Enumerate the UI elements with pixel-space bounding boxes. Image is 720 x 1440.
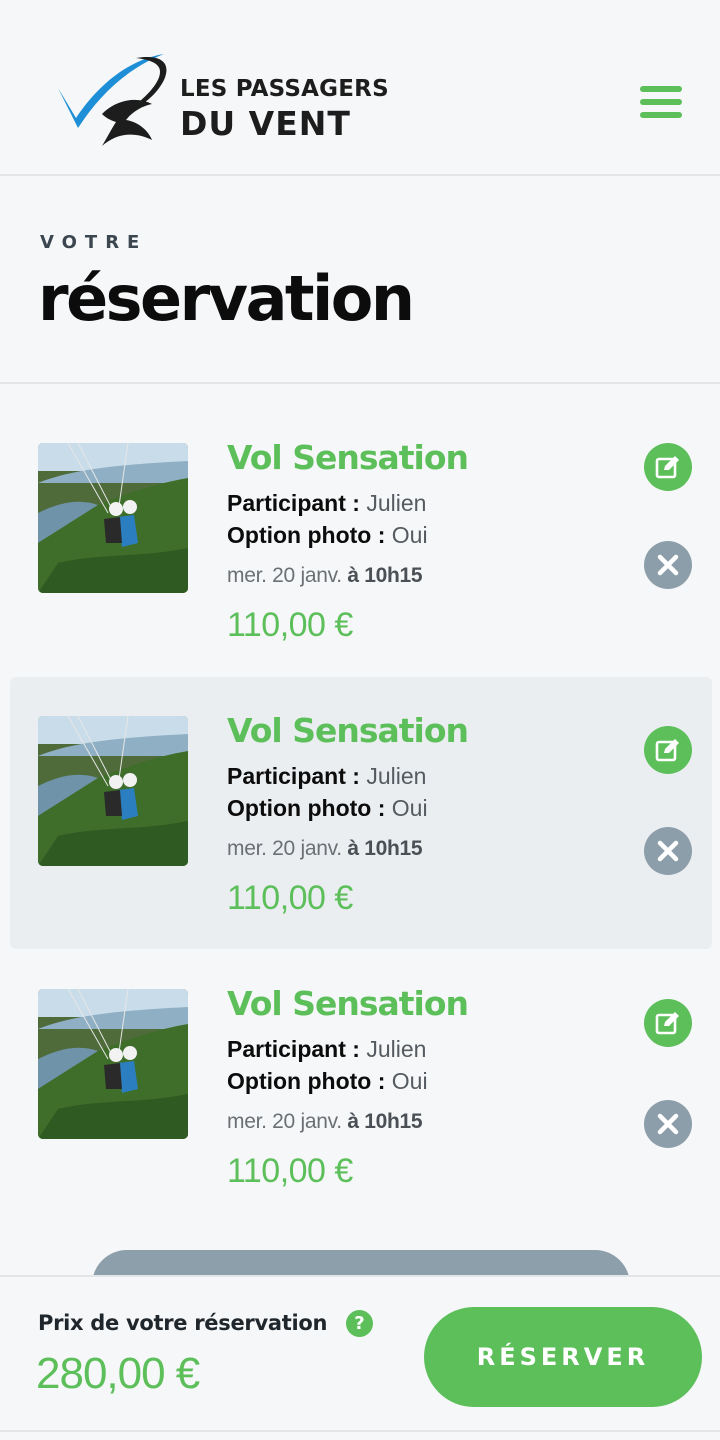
remove-button[interactable] xyxy=(644,1100,692,1148)
item-photo xyxy=(38,716,188,866)
photo-option-row: Option photo : Oui xyxy=(227,1068,428,1095)
participant-label: Participant : xyxy=(227,1036,360,1062)
item-photo xyxy=(38,443,188,593)
participant-value: Julien xyxy=(366,763,427,789)
hamburger-menu-icon[interactable] xyxy=(640,86,682,122)
edit-button[interactable] xyxy=(644,726,692,774)
date-text: mer. 20 janv. xyxy=(227,1110,342,1133)
edit-icon xyxy=(655,1012,679,1035)
item-title: Vol Sensation xyxy=(227,711,469,750)
item-date: mer. 20 janv. à 10h15 xyxy=(227,1110,423,1134)
item-price: 110,00 € xyxy=(227,606,353,644)
close-icon xyxy=(657,840,679,862)
item-price: 110,00 € xyxy=(227,1152,353,1190)
logo-mark-icon xyxy=(58,54,167,146)
item-date: mer. 20 janv. à 10h15 xyxy=(227,564,423,588)
photo-option-value: Oui xyxy=(391,1068,428,1094)
photo-option-value: Oui xyxy=(391,795,428,821)
participant-label: Participant : xyxy=(227,763,360,789)
paragliding-photo-icon xyxy=(38,716,188,866)
item-date: mer. 20 janv. à 10h15 xyxy=(227,837,423,861)
page-title: réservation xyxy=(38,262,415,335)
photo-option-label: Option photo : xyxy=(227,1068,386,1094)
date-text: mer. 20 janv. xyxy=(227,564,342,587)
reservation-item: Vol Sensation Participant : Julien Optio… xyxy=(10,950,712,1222)
photo-option-value: Oui xyxy=(391,522,428,548)
reserve-button[interactable]: RÉSERVER xyxy=(424,1307,702,1407)
edit-icon xyxy=(655,739,679,762)
item-title: Vol Sensation xyxy=(227,984,469,1023)
edit-icon xyxy=(655,456,679,479)
menu-bar xyxy=(640,112,682,118)
participant-value: Julien xyxy=(366,1036,427,1062)
time-text: à 10h15 xyxy=(347,1110,423,1133)
app-header: LES PASSAGERS DU VENT xyxy=(0,0,720,176)
participant-label: Participant : xyxy=(227,490,360,516)
photo-option-row: Option photo : Oui xyxy=(227,795,428,822)
item-title: Vol Sensation xyxy=(227,438,469,477)
photo-option-label: Option photo : xyxy=(227,522,386,548)
edit-button[interactable] xyxy=(644,443,692,491)
remove-button[interactable] xyxy=(644,541,692,589)
participant-row: Participant : Julien xyxy=(227,490,426,517)
participant-value: Julien xyxy=(366,490,427,516)
checkout-bar: Prix de votre réservation ? 280,00 € RÉS… xyxy=(0,1275,720,1440)
photo-option-row: Option photo : Oui xyxy=(227,522,428,549)
close-icon xyxy=(657,1113,679,1135)
photo-option-label: Option photo : xyxy=(227,795,386,821)
time-text: à 10h15 xyxy=(347,837,423,860)
date-text: mer. 20 janv. xyxy=(227,837,342,860)
reservation-item: Vol Sensation Participant : Julien Optio… xyxy=(10,386,712,658)
remove-button[interactable] xyxy=(644,827,692,875)
paragliding-photo-icon xyxy=(38,989,188,1139)
brand-name-line1: LES PASSAGERS xyxy=(180,76,389,102)
brand-name-line2: DU VENT xyxy=(180,104,351,143)
divider xyxy=(0,1430,720,1432)
edit-button[interactable] xyxy=(644,999,692,1047)
help-icon[interactable]: ? xyxy=(346,1310,373,1337)
menu-bar xyxy=(640,86,682,92)
total-price: 280,00 € xyxy=(36,1349,200,1398)
time-text: à 10h15 xyxy=(347,564,423,587)
item-photo xyxy=(38,989,188,1139)
item-price: 110,00 € xyxy=(227,879,353,917)
reservation-item: Vol Sensation Participant : Julien Optio… xyxy=(10,677,712,949)
page-heading: VOTRE réservation xyxy=(0,178,720,384)
menu-bar xyxy=(640,99,682,105)
page-kicker: VOTRE xyxy=(40,232,148,253)
price-label: Prix de votre réservation xyxy=(38,1311,328,1335)
brand-logo[interactable]: LES PASSAGERS DU VENT xyxy=(56,48,389,156)
participant-row: Participant : Julien xyxy=(227,763,426,790)
participant-row: Participant : Julien xyxy=(227,1036,426,1063)
close-icon xyxy=(657,554,679,576)
paragliding-photo-icon xyxy=(38,443,188,593)
